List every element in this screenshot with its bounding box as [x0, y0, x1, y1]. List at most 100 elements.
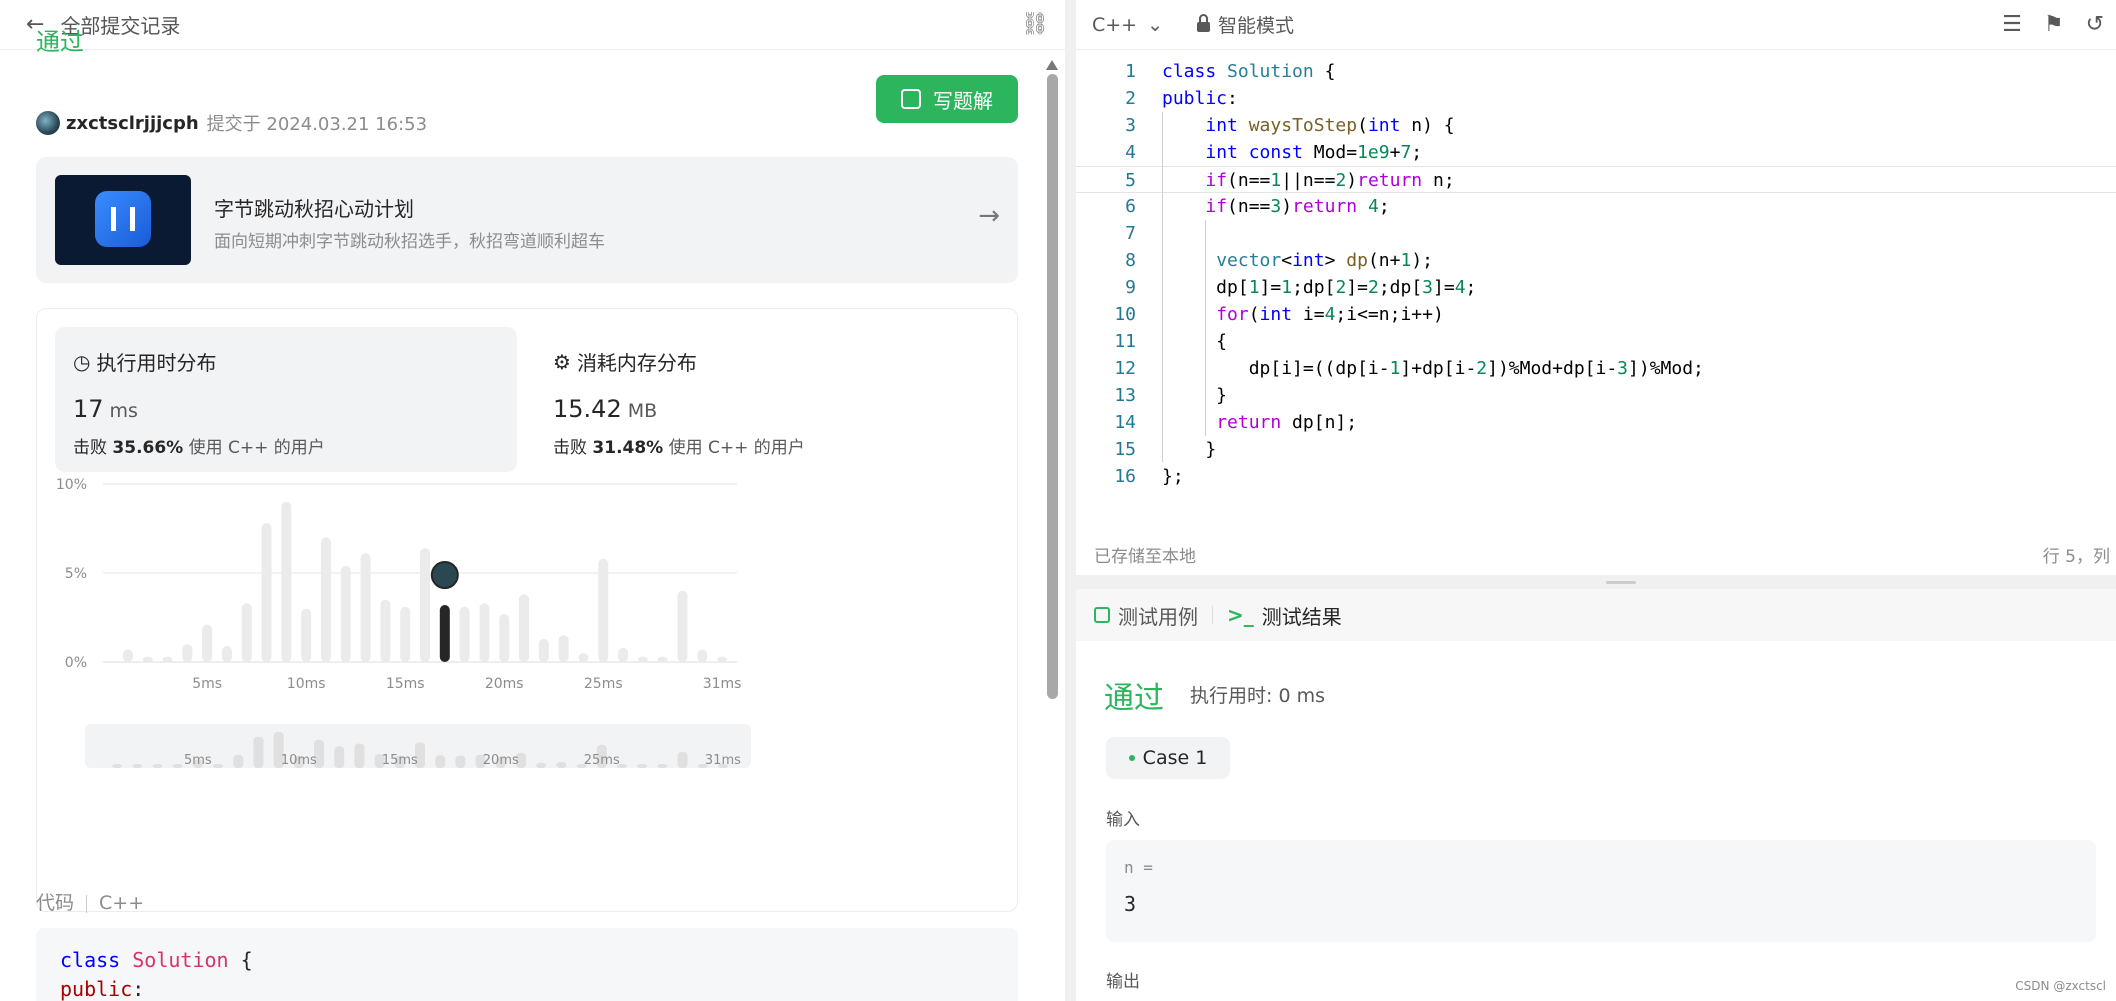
code-line[interactable]: 10 for(int i=4;i<=n;i++): [1076, 301, 2116, 328]
lock-icon: [1197, 13, 1211, 32]
overview-bar: [334, 746, 345, 768]
bar: [677, 590, 688, 662]
code-line[interactable]: 16};: [1076, 463, 2116, 490]
chart-svg[interactable]: 10% 5% 0% 5ms 10ms 15ms 20ms 25ms 31ms 5ms 10ms 15m…: [37, 474, 1019, 914]
bar: [261, 523, 272, 662]
code-line[interactable]: 14 return dp[n];: [1076, 409, 2116, 436]
bar: [182, 644, 193, 662]
bar: [618, 647, 629, 662]
bar: [538, 638, 549, 662]
bar: [657, 656, 668, 662]
smart-mode[interactable]: 智能模式: [1197, 11, 1294, 38]
bookmark-icon[interactable]: ⚑: [2044, 12, 2064, 37]
x-tick-label: 20ms: [485, 676, 524, 692]
line-number: 4: [1125, 142, 1136, 163]
input-key: n =: [1124, 858, 1153, 877]
bar: [241, 603, 252, 662]
bar: [558, 635, 569, 662]
scroll-thumb[interactable]: [1047, 74, 1058, 699]
chevron-down-icon: ⌄: [1147, 13, 1164, 36]
code-line[interactable]: 3 int waysToStep(int n) {: [1076, 112, 2116, 139]
memory-beat-prefix: 击败: [553, 438, 587, 458]
code-line[interactable]: 6 if(n==3)return 4;: [1076, 193, 2116, 220]
line-code: if(n==1||n==2)return n;: [1205, 170, 1455, 191]
format-icon[interactable]: ☰: [2002, 12, 2022, 37]
x-tick-label: 10ms: [287, 676, 326, 692]
avatar[interactable]: [36, 111, 60, 135]
line-number: 1: [1125, 61, 1136, 82]
overview-tick-label: 10ms: [281, 753, 317, 768]
horizontal-resize-handle[interactable]: [1076, 575, 2116, 589]
left-scrollbar[interactable]: [1046, 58, 1058, 1001]
highlighted-bar: [439, 605, 450, 662]
code-line[interactable]: 2 public:: [1076, 85, 2116, 112]
bar: [479, 603, 490, 662]
bar: [459, 606, 470, 662]
language-select[interactable]: C++ ⌄: [1092, 14, 1163, 36]
code-line[interactable]: 11 {: [1076, 328, 2116, 355]
code-line[interactable]: 4 int const Mod=1e9+7;: [1076, 139, 2116, 166]
bar: [281, 501, 292, 662]
bar: [400, 606, 411, 662]
bar: [320, 537, 331, 662]
case-tab[interactable]: Case 1: [1106, 737, 1230, 779]
code-line[interactable]: 8 vector<int> dp(n+1);: [1076, 247, 2116, 274]
code-line[interactable]: 9 dp[1]=1;dp[2]=2;dp[3]=4;: [1076, 274, 2116, 301]
line-code: }: [1162, 439, 1217, 460]
result-runtime: 执行用时: 0 ms: [1190, 685, 1325, 707]
panel-divider[interactable]: [1065, 0, 1076, 1001]
code-lang: C++: [99, 892, 145, 914]
runtime-card[interactable]: ◷ 执行用时分布 17 ms 击败 35.66% 使用 C++ 的用户: [55, 327, 517, 472]
code-line[interactable]: 7: [1076, 220, 2116, 247]
bar: [578, 653, 589, 662]
promo-banner[interactable]: 字节跳动秋招心动计划 面向短期冲刺字节跳动秋招选手，秋招弯道顺利超车 →: [36, 157, 1018, 283]
write-solution-button[interactable]: 写题解: [876, 75, 1018, 123]
code-line[interactable]: 1 class Solution {: [1076, 58, 2116, 85]
language-value: C++: [1092, 13, 1138, 36]
reset-icon[interactable]: ↺: [2086, 12, 2104, 37]
y-tick-label: 10%: [56, 477, 87, 493]
x-tick-label: 25ms: [584, 676, 623, 692]
line-number: 13: [1114, 385, 1136, 406]
scroll-up-icon[interactable]: [1046, 60, 1058, 70]
line-code: if(n==3)return 4;: [1205, 196, 1390, 217]
overview-tick-label: 20ms: [483, 753, 519, 768]
code-header: 代码 C++: [36, 888, 144, 915]
code-line-1: class Solution {: [60, 948, 253, 972]
line-code: int waysToStep(int n) {: [1205, 115, 1455, 136]
tab-result-label: 测试结果: [1261, 604, 1342, 629]
bar: [360, 553, 371, 662]
performance-panel: ◷ 执行用时分布 17 ms 击败 35.66% 使用 C++ 的用户 ⚙ 消耗内存分…: [36, 308, 1018, 912]
line-number: 14: [1114, 412, 1136, 433]
code-line[interactable]: 13 }: [1076, 382, 2116, 409]
input-value: 3: [1124, 892, 1137, 916]
runtime-label: 执行用时分布: [96, 351, 217, 375]
x-tick-label: 31ms: [703, 676, 742, 692]
bar: [162, 656, 173, 662]
indent-guide: [1205, 220, 1206, 436]
runtime-beat-pct: 35.66%: [112, 438, 184, 458]
share-link-icon[interactable]: ⛓: [1021, 12, 1049, 37]
line-code: };: [1162, 466, 1184, 487]
overview-bar: [677, 752, 688, 768]
overview-bar: [637, 764, 648, 768]
code-line[interactable]: 5 if(n==1||n==2)return n;: [1076, 166, 2116, 193]
memory-card[interactable]: ⚙ 消耗内存分布 15.42 MB 击败 31.48% 使用 C++ 的用户: [535, 327, 997, 472]
y-tick-label: 5%: [65, 566, 87, 582]
code-area[interactable]: 1 class Solution { 2 public: 3 int waysToSte…: [1076, 58, 2116, 490]
tab-result[interactable]: >_ 测试结果: [1227, 601, 1342, 630]
line-code: class Solution {: [1162, 61, 1336, 82]
line-code: public:: [1162, 88, 1238, 109]
username[interactable]: zxctsclrjjjcph: [66, 113, 199, 134]
runtime-distribution-chart[interactable]: 10% 5% 0% 5ms 10ms 15ms 20ms 25ms 31ms 5ms 10ms 15m…: [37, 474, 1019, 914]
tab-testcase[interactable]: 测试用例: [1094, 601, 1198, 630]
runtime-beat-prefix: 击败: [73, 438, 107, 458]
input-box: n = 3: [1106, 840, 2096, 942]
results-tabs: 测试用例 >_ 测试结果: [1076, 589, 2116, 641]
code-line[interactable]: 15 }: [1076, 436, 2116, 463]
code-line[interactable]: 12 dp[i]=((dp[i-1]+dp[i-2])%Mod+dp[i-3])…: [1076, 355, 2116, 382]
overview-bar: [233, 754, 244, 768]
memory-beat-suffix: 使用 C++ 的用户: [668, 438, 805, 458]
line-code: int const Mod=1e9+7;: [1205, 142, 1423, 163]
overview-tick-label: 31ms: [705, 753, 741, 768]
